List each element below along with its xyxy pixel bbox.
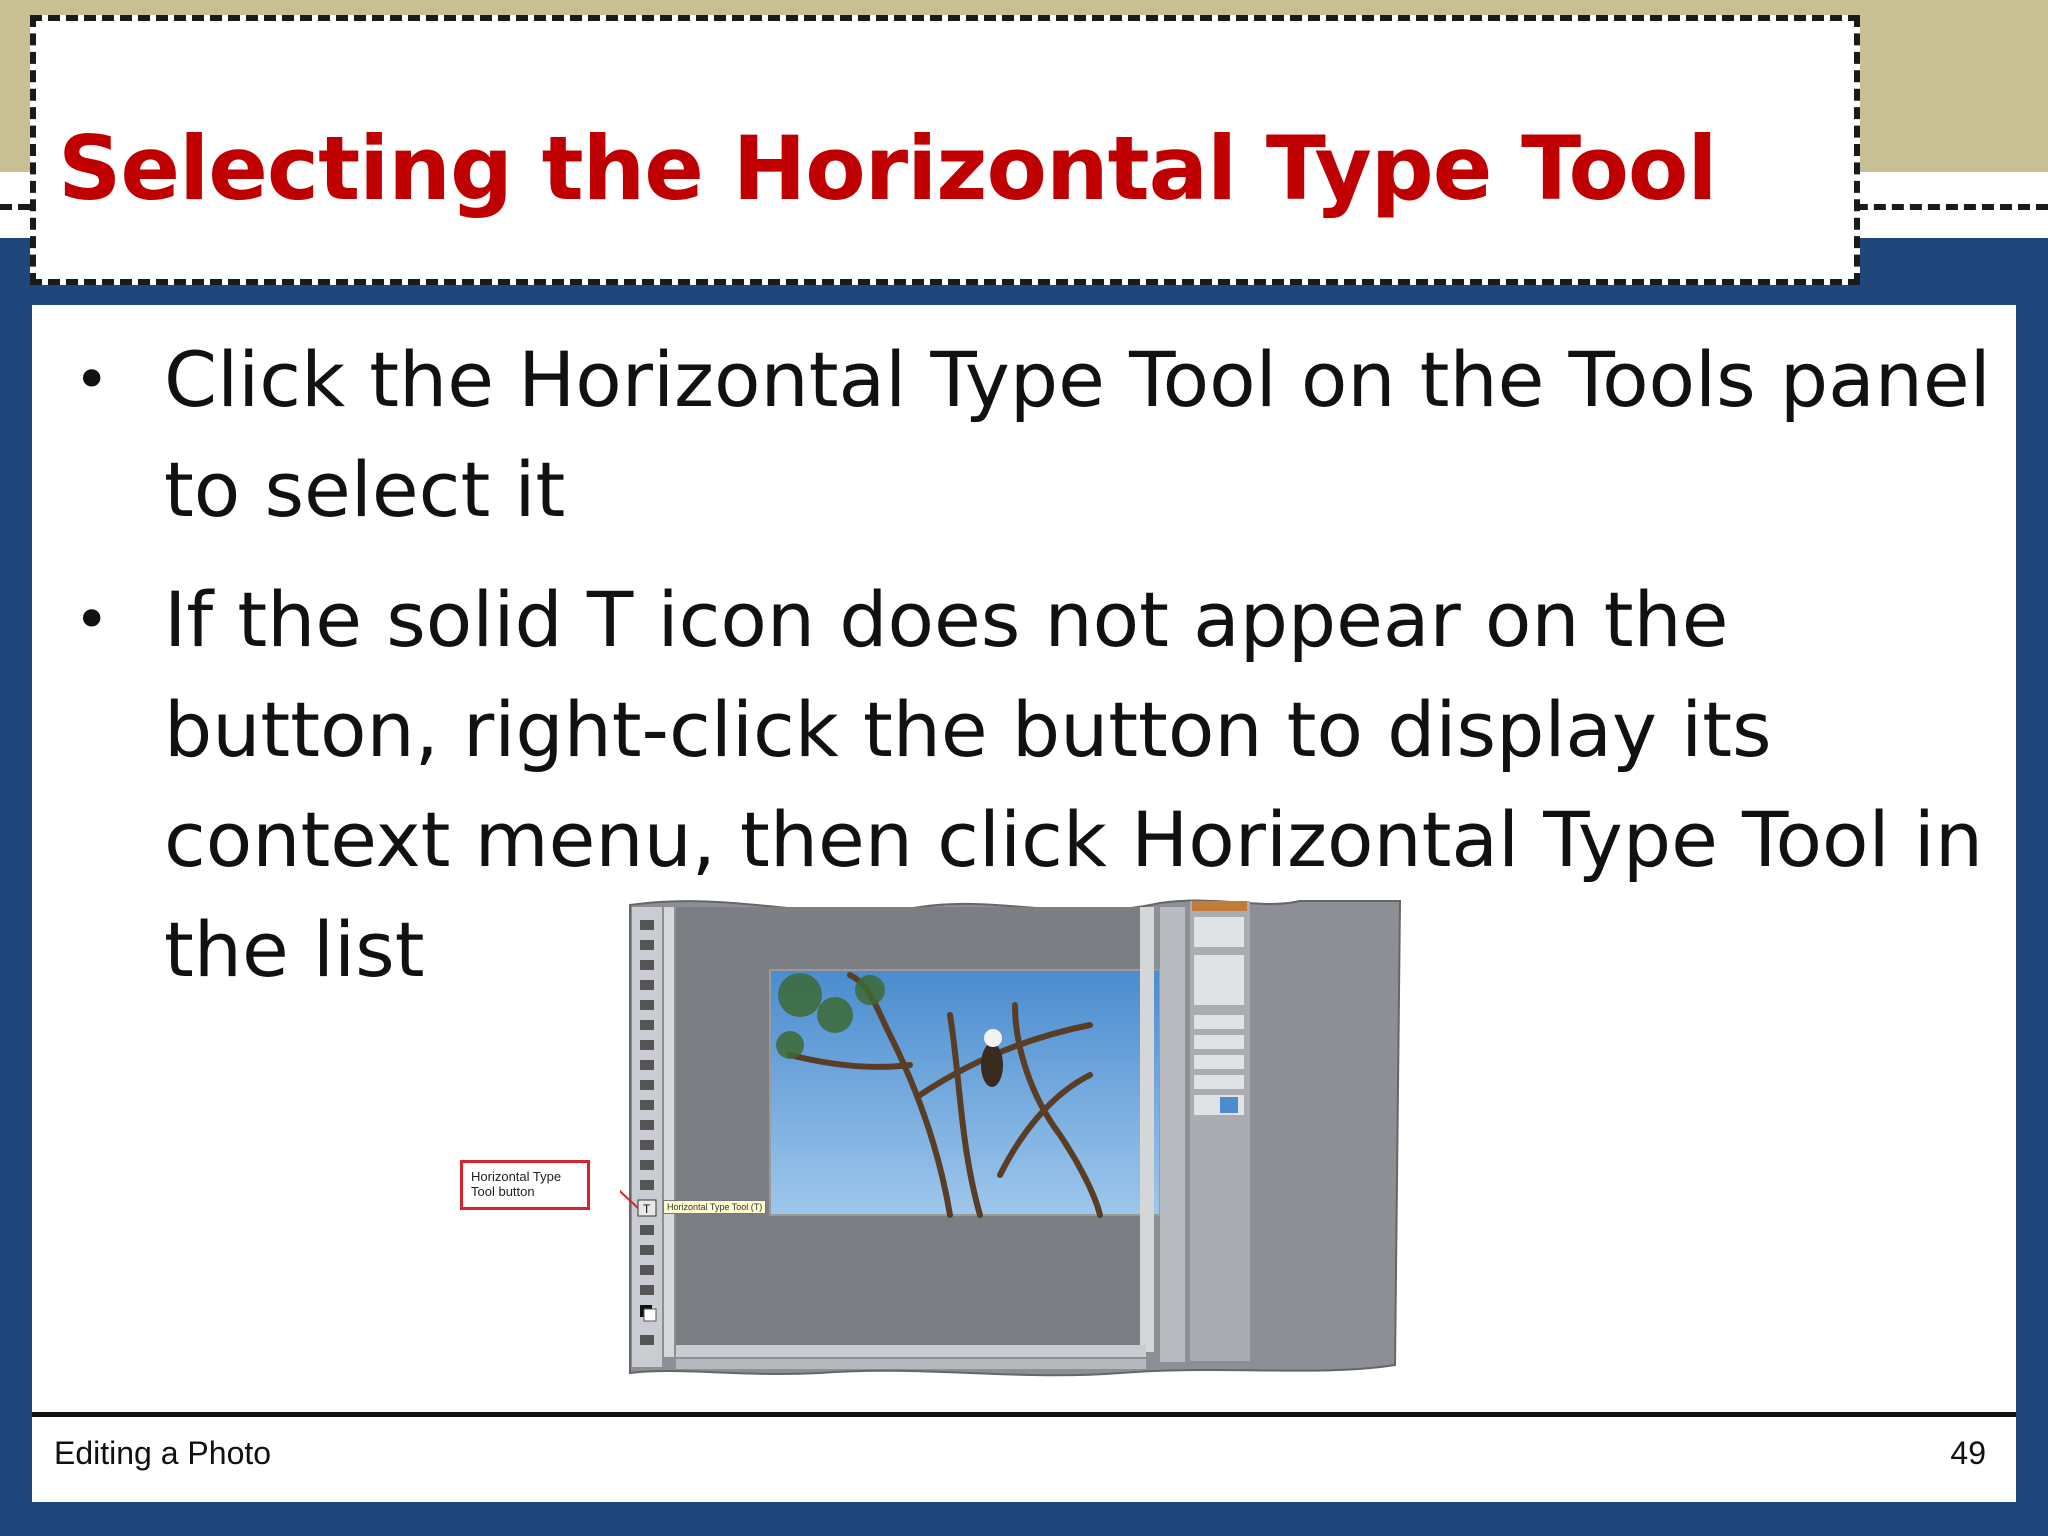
footer-divider bbox=[32, 1412, 2016, 1417]
page-number: 49 bbox=[1950, 1435, 1986, 1471]
title-box: Selecting the Horizontal Type Tool bbox=[30, 15, 1860, 285]
panel-tabs-bar bbox=[676, 1359, 1146, 1369]
eagle bbox=[981, 1029, 1003, 1087]
callout-label: Horizontal Type Tool button bbox=[460, 1160, 590, 1210]
bullet-icon: • bbox=[74, 585, 110, 655]
panel-icons-column bbox=[1160, 907, 1185, 1362]
slide-title: Selecting the Horizontal Type Tool bbox=[58, 117, 1718, 220]
bullet-icon: • bbox=[74, 345, 110, 415]
svg-text:T: T bbox=[643, 1202, 651, 1216]
photoshop-workspace-figure: T bbox=[620, 899, 1402, 1377]
panel-rows bbox=[1194, 917, 1244, 1115]
footer-title: Editing a Photo bbox=[54, 1435, 272, 1471]
scrollbar-vertical bbox=[1140, 907, 1154, 1352]
tool-tooltip: Horizontal Type Tool (T) bbox=[663, 1200, 767, 1214]
tools-panel bbox=[632, 907, 662, 1367]
bullet-text: Click the Horizontal Type Tool on the To… bbox=[164, 335, 1991, 534]
bullet-item: • Click the Horizontal Type Tool on the … bbox=[72, 325, 1992, 545]
vertical-ruler bbox=[664, 907, 674, 1357]
status-bar bbox=[676, 1345, 1146, 1357]
color-swatch-strip bbox=[1192, 901, 1247, 911]
layer-thumbnail bbox=[1220, 1097, 1238, 1113]
